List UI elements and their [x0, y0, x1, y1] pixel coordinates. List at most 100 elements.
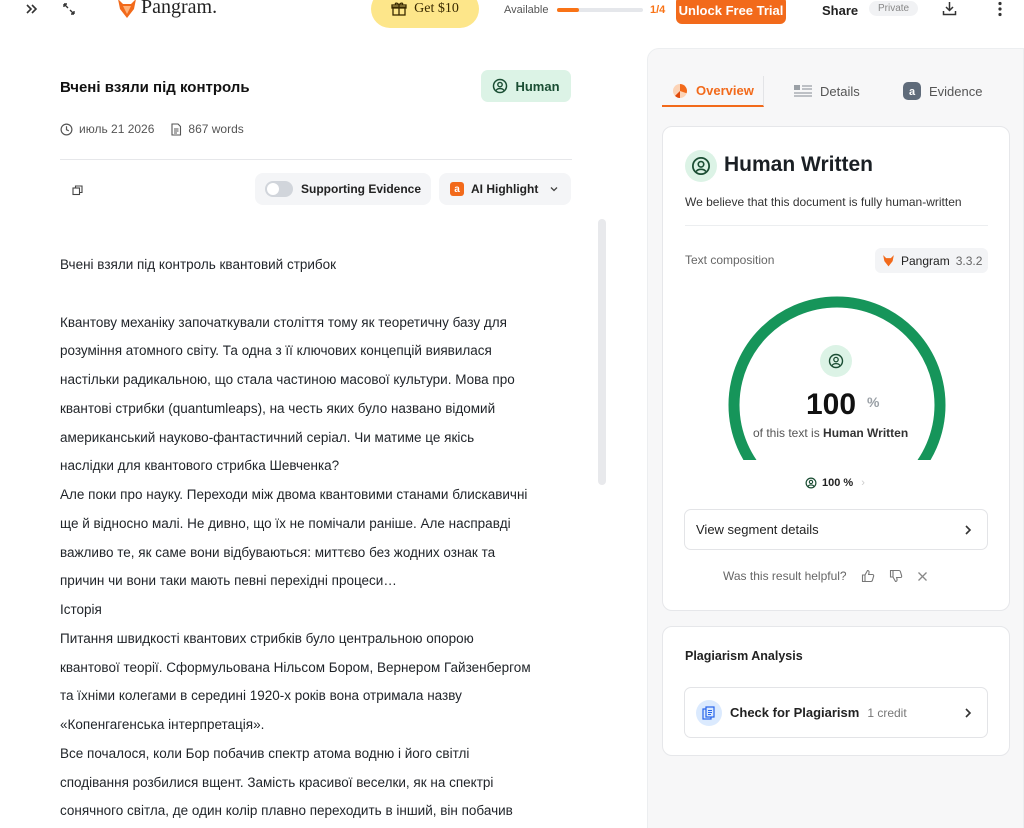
document-line: сонячного світла, де один колір плавно п…	[60, 803, 513, 819]
document-line: Питання швидкості квантових стрибків бул…	[60, 630, 474, 646]
document-title: Вчені взяли під контроль	[60, 79, 250, 96]
result-divider	[685, 225, 988, 226]
available-label: Available	[504, 4, 549, 16]
word-count: 867 words	[188, 122, 244, 136]
list-icon	[794, 85, 812, 97]
gift-icon	[391, 2, 407, 16]
check-plagiarism-button[interactable]: Check for Plagiarism 1 credit	[684, 687, 988, 738]
document-line: Історія	[60, 602, 102, 617]
document-line: ще й відносно малі. Не дивно, що їх не п…	[60, 515, 511, 531]
document-line: квантові стрибки (quantumleaps), на чест…	[60, 400, 496, 416]
human-badge[interactable]: Human	[481, 70, 571, 102]
chevron-right-icon: ›	[861, 477, 865, 489]
supporting-evidence-label: Supporting Evidence	[301, 182, 422, 196]
document-line: квантової теорії. Сформульована Нільсом …	[60, 659, 531, 675]
model-version: 3.3.2	[955, 253, 983, 268]
svg-text:a: a	[909, 86, 916, 98]
more-options-icon[interactable]	[997, 1, 1003, 20]
referral-button[interactable]: Get $10	[371, 0, 479, 28]
gauge-caption-strong: Human Written	[823, 426, 909, 440]
evidence-icon: a	[903, 82, 921, 100]
privacy-badge[interactable]: Private	[869, 1, 919, 16]
gauge-value: 100	[806, 388, 857, 421]
result-title: Human Written	[724, 153, 873, 176]
thumbs-up-icon[interactable]	[861, 569, 875, 583]
helpful-question: Was this result helpful?	[723, 569, 847, 583]
check-plagiarism-label: Check for Plagiarism	[730, 705, 860, 720]
plagiarism-icon	[696, 699, 722, 726]
segment-percentage[interactable]: 100 % ›	[805, 477, 865, 489]
gauge-caption: of this text is Human Written	[753, 426, 908, 440]
evidence-switch[interactable]	[265, 181, 293, 197]
text-composition-label: Text composition	[685, 253, 775, 267]
tab-evidence-label: Evidence	[929, 83, 983, 99]
document-line: Все почалося, коли Бор побачив спектр ат…	[60, 745, 470, 761]
pie-chart-icon	[673, 83, 687, 98]
human-face-icon	[493, 78, 508, 94]
segment-percentage-value: 100 %	[822, 477, 854, 489]
human-face-icon	[805, 477, 817, 489]
document-line: американський науково-фантастичний серіа…	[60, 429, 475, 445]
ai-highlight-icon: a	[450, 182, 464, 196]
chevron-right-icon	[965, 524, 972, 535]
model-version-pill: Pangram 3.3.2	[875, 248, 988, 273]
tab-overview-label: Overview	[696, 83, 754, 98]
document-line: Вчені взяли під контроль квантовий стриб…	[60, 257, 337, 272]
document-line: Але поки про науку. Переходи між двома к…	[60, 487, 528, 502]
document-icon	[170, 122, 182, 136]
gauge-caption-prefix: of this text is	[753, 426, 824, 440]
pangram-logo[interactable]: Pangram.	[117, 0, 217, 19]
document-line: «Копенгагенська інтерпретація».	[60, 717, 265, 732]
supporting-evidence-toggle[interactable]: Supporting Evidence	[255, 173, 431, 205]
document-line: сподівання розбилися вщент. Замість крас…	[60, 774, 494, 790]
gauge-human-icon	[820, 345, 852, 377]
document-line: настільки радикальною, що стала частиною…	[60, 372, 515, 387]
logo-text: Pangram.	[141, 0, 218, 18]
fox-logo-icon	[118, 0, 136, 18]
document-line: важливо те, як саме вони відбуваються: м…	[60, 544, 496, 560]
available-count: 1/4	[650, 4, 666, 16]
available-progress-bar	[557, 8, 643, 12]
result-description: We believe that this document is fully h…	[685, 195, 962, 209]
chevron-down-icon	[550, 187, 558, 192]
document-scrollbar[interactable]	[598, 219, 606, 485]
document-line: та їхніми колегами в середині 1920-х рок…	[60, 688, 462, 704]
tab-evidence[interactable]: a Evidence	[903, 76, 982, 106]
expand-icon[interactable]	[62, 2, 76, 19]
human-result-icon	[685, 150, 717, 182]
document-line: розуміння атомного світу. Та одна з її к…	[60, 343, 492, 359]
human-badge-label: Human	[515, 78, 560, 94]
model-name: Pangram	[901, 253, 950, 268]
available-progress-fill	[557, 8, 579, 12]
view-segment-details-button[interactable]: View segment details	[684, 509, 988, 550]
document-body: Вчені взяли під контроль квантовий стриб…	[60, 251, 580, 826]
clock-icon	[60, 122, 73, 136]
close-icon[interactable]	[917, 571, 928, 582]
view-segment-details-label: View segment details	[696, 522, 819, 537]
tab-details-label: Details	[820, 83, 860, 99]
document-divider	[60, 159, 572, 160]
fox-logo-icon	[883, 255, 894, 267]
document-line: Квантову механіку започаткували століття…	[60, 314, 507, 330]
download-icon[interactable]	[942, 1, 957, 19]
thumbs-down-icon[interactable]	[889, 569, 903, 583]
gauge-unit: %	[867, 394, 880, 410]
top-bar: Pangram. Get $10 Available 1/4 Unlock Fr…	[0, 0, 1024, 28]
document-meta: июль 21 2026 867 words	[60, 122, 244, 136]
copy-icon[interactable]	[72, 183, 83, 201]
tab-details[interactable]: Details	[794, 76, 860, 106]
share-button[interactable]: Share	[822, 3, 858, 18]
document-date: июль 21 2026	[79, 122, 155, 136]
plagiarism-title: Plagiarism Analysis	[685, 649, 803, 663]
ai-highlight-label: AI Highlight	[471, 182, 539, 196]
chevron-right-icon	[965, 707, 972, 718]
document-line: причин чи вони таки мають певні перехідн…	[60, 573, 397, 589]
feedback-row: Was this result helpful?	[723, 569, 928, 583]
credit-cost: 1 credit	[867, 705, 907, 720]
collapse-sidebar-icon[interactable]	[25, 2, 39, 19]
unlock-trial-button[interactable]: Unlock Free Trial	[676, 0, 786, 24]
ai-highlight-dropdown[interactable]: a AI Highlight	[439, 173, 571, 205]
document-line: наслідки для квантового стрибка Шевченка…	[60, 458, 340, 474]
tab-overview[interactable]: Overview	[662, 76, 764, 107]
